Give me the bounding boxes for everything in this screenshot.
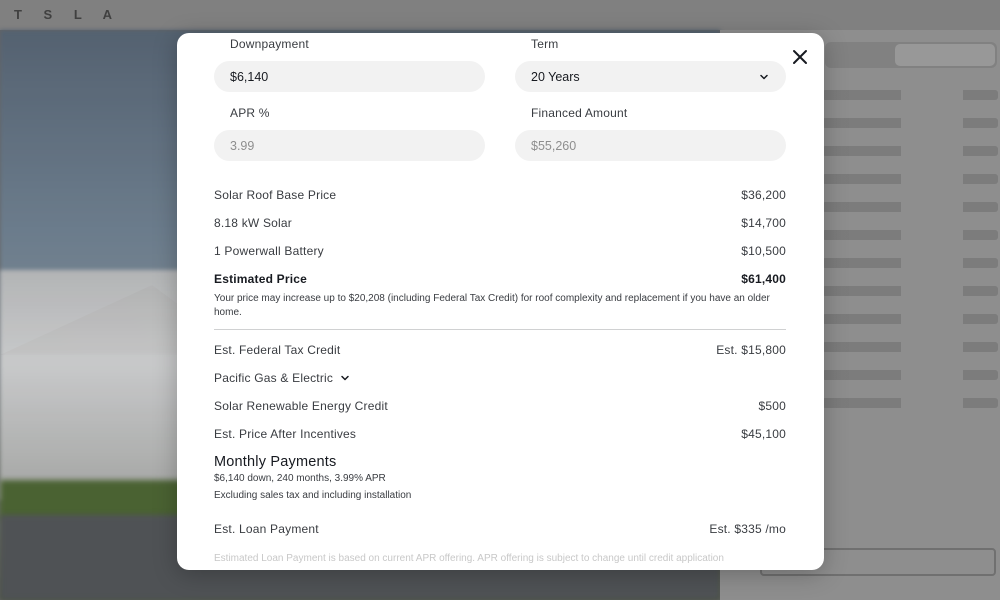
price-label: 8.18 kW Solar [214, 216, 292, 230]
price-label: Solar Roof Base Price [214, 188, 337, 202]
section-divider [214, 329, 786, 330]
monthly-terms-text: $6,140 down, 240 months, 3.99% APR [214, 473, 386, 484]
financed-label: Financed Amount [531, 106, 628, 120]
close-button[interactable] [788, 45, 812, 69]
after-incentives-label: Est. Price After Incentives [214, 427, 357, 441]
price-row: Solar Roof Base Price $36,200 [214, 181, 786, 209]
price-breakdown: Solar Roof Base Price $36,200 8.18 kW So… [214, 181, 786, 543]
monthly-tax-note: Excluding sales tax and including instal… [214, 490, 412, 501]
downpayment-label: Downpayment [230, 37, 309, 51]
term-select[interactable]: 20 Years [515, 61, 786, 92]
price-row: 8.18 kW Solar $14,700 [214, 209, 786, 237]
renewable-credit-label: Solar Renewable Energy Credit [214, 399, 388, 413]
financed-field: $55,260 [515, 130, 786, 161]
financed-value: $55,260 [531, 138, 577, 153]
financed-group: Financed Amount $55,260 [515, 106, 786, 161]
term-group: Term 20 Years [515, 37, 786, 92]
estimated-price-value: $61,400 [741, 272, 786, 286]
field-row-1: Downpayment $6,140 Term 20 Years [214, 37, 786, 92]
price-value: $14,700 [741, 216, 786, 230]
loan-payment-row: Est. Loan Payment Est. $335 /mo [214, 515, 786, 543]
price-row: 1 Powerwall Battery $10,500 [214, 237, 786, 265]
renewable-credit-row: Solar Renewable Energy Credit $500 [214, 392, 786, 420]
loan-footnote: Estimated Loan Payment is based on curre… [214, 553, 724, 564]
after-incentives-value: $45,100 [741, 427, 786, 441]
loan-payment-value: Est. $335 /mo [709, 522, 786, 536]
price-value: $10,500 [741, 244, 786, 258]
renewable-credit-value: $500 [758, 399, 786, 413]
monthly-payments-title: Monthly Payments [214, 454, 337, 470]
price-value: $36,200 [741, 188, 786, 202]
downpayment-group: Downpayment $6,140 [214, 37, 485, 92]
utility-row: Pacific Gas & Electric [214, 364, 786, 392]
close-icon [793, 50, 807, 64]
tax-credit-row: Est. Federal Tax Credit Est. $15,800 [214, 336, 786, 364]
apr-field: 3.99 [214, 130, 485, 161]
tax-credit-label: Est. Federal Tax Credit [214, 343, 341, 357]
field-row-2: APR % 3.99 Financed Amount $55,260 [214, 106, 786, 161]
chevron-down-icon [341, 375, 349, 381]
price-disclaimer: Your price may increase up to $20,208 (i… [214, 293, 770, 318]
loan-payment-label: Est. Loan Payment [214, 522, 319, 536]
apr-group: APR % 3.99 [214, 106, 485, 161]
utility-label: Pacific Gas & Electric [214, 371, 334, 385]
tax-credit-value: Est. $15,800 [716, 343, 786, 357]
apr-label: APR % [230, 106, 270, 120]
downpayment-value: $6,140 [230, 69, 269, 84]
pricing-details-modal: Downpayment $6,140 Term 20 Years APR % 3… [177, 33, 824, 570]
downpayment-input[interactable]: $6,140 [214, 61, 485, 92]
apr-value: 3.99 [230, 138, 255, 153]
estimated-price-row: Estimated Price $61,400 [214, 265, 786, 293]
term-value: 20 Years [531, 69, 580, 84]
after-incentives-row: Est. Price After Incentives $45,100 [214, 420, 786, 448]
utility-dropdown[interactable]: Pacific Gas & Electric [214, 371, 351, 385]
price-label: 1 Powerwall Battery [214, 244, 324, 258]
term-label: Term [531, 37, 559, 51]
estimated-price-label: Estimated Price [214, 272, 308, 286]
chevron-down-icon [760, 74, 768, 79]
